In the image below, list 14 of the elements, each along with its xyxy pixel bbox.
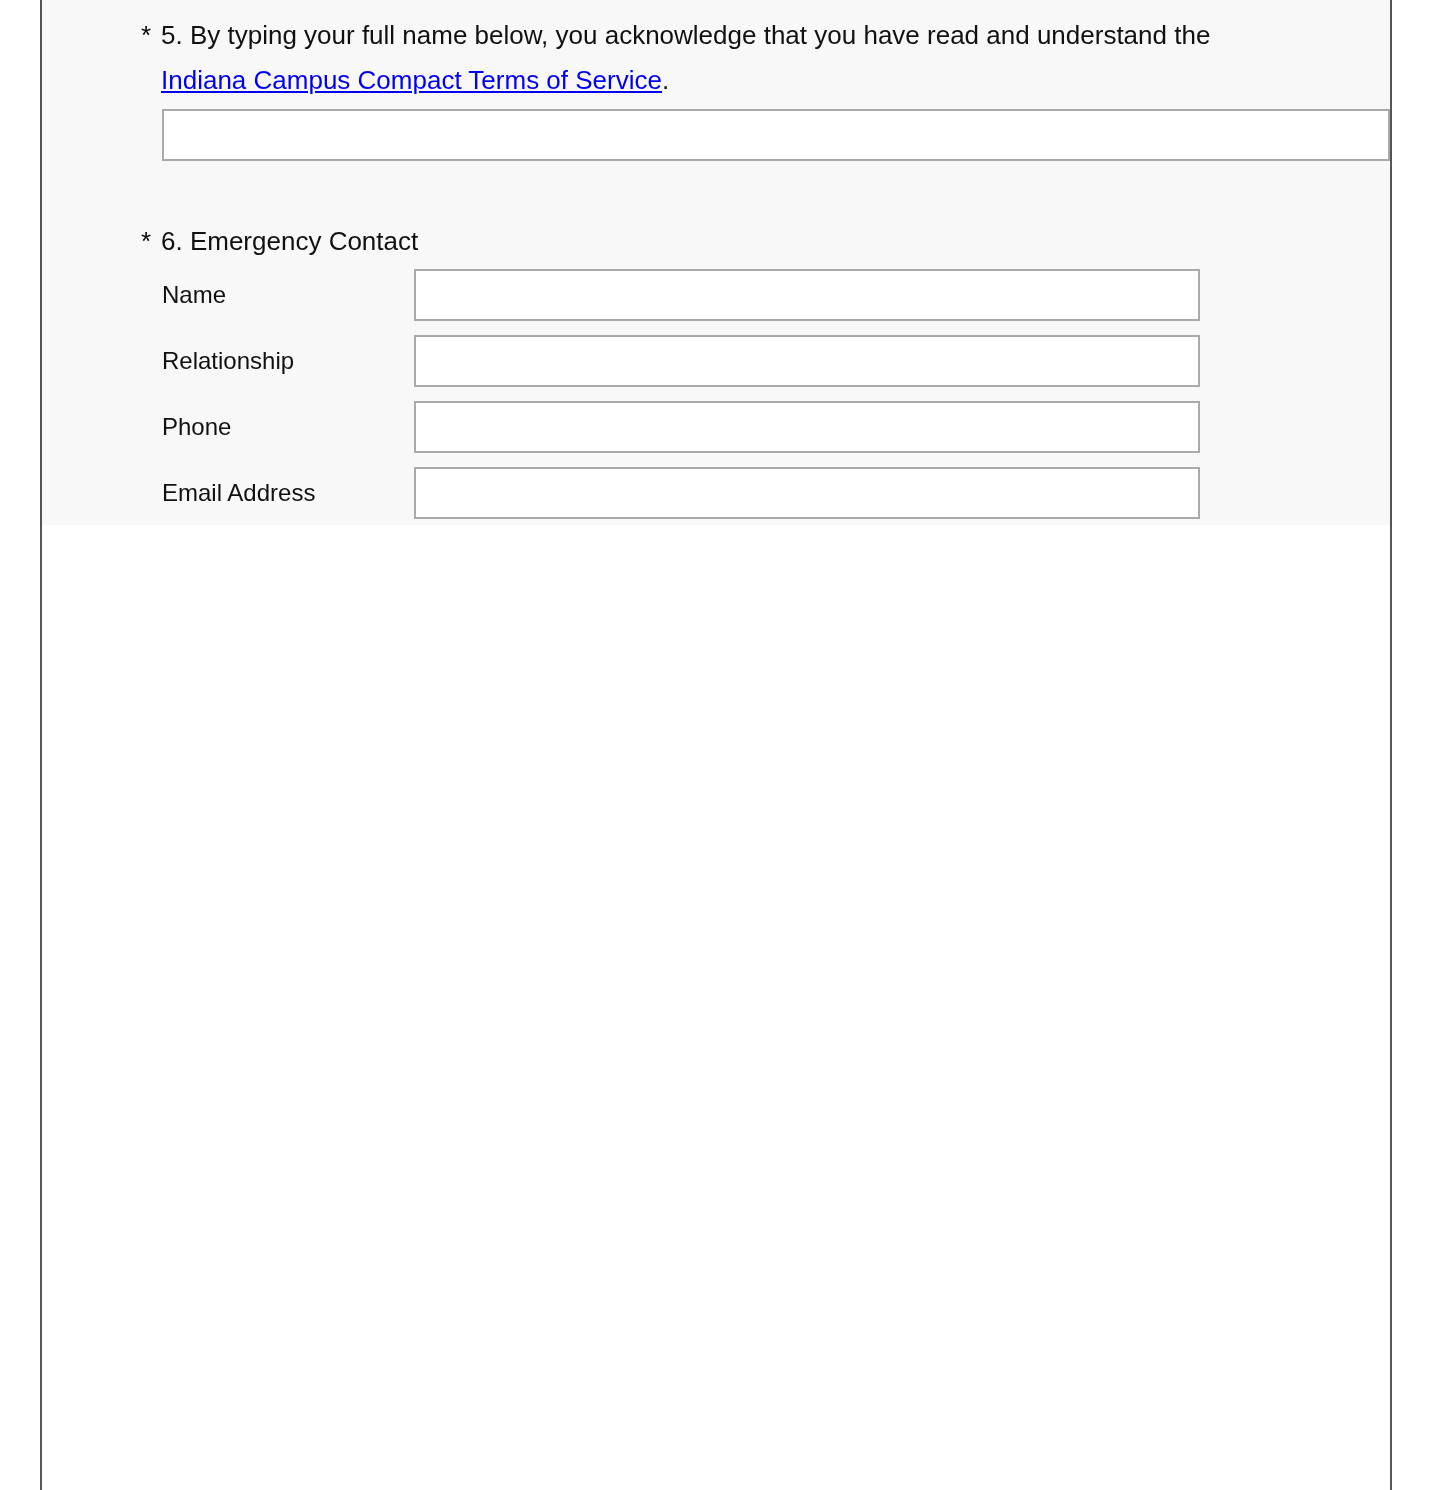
terms-link[interactable]: Indiana Campus Compact Terms of Service [161, 65, 662, 95]
input-field[interactable] [414, 401, 1200, 453]
question-text: 6. Emergency Contact [161, 225, 419, 258]
field-label: Relationship [162, 346, 296, 376]
input-field[interactable] [162, 109, 1390, 161]
input-field[interactable] [414, 335, 1200, 387]
required-mark: * [141, 19, 153, 52]
input-field[interactable] [414, 269, 1200, 321]
field-label: Email Address [162, 478, 317, 508]
required-mark: * [141, 225, 153, 258]
question-text: 5. By typing your full name below, you acknowledge that you have read and understand the Indiana Campus Compact Terms of Service. [161, 19, 1212, 97]
field-label: Phone [162, 412, 233, 442]
field-label: Name [162, 280, 228, 310]
input-field[interactable] [414, 467, 1200, 519]
